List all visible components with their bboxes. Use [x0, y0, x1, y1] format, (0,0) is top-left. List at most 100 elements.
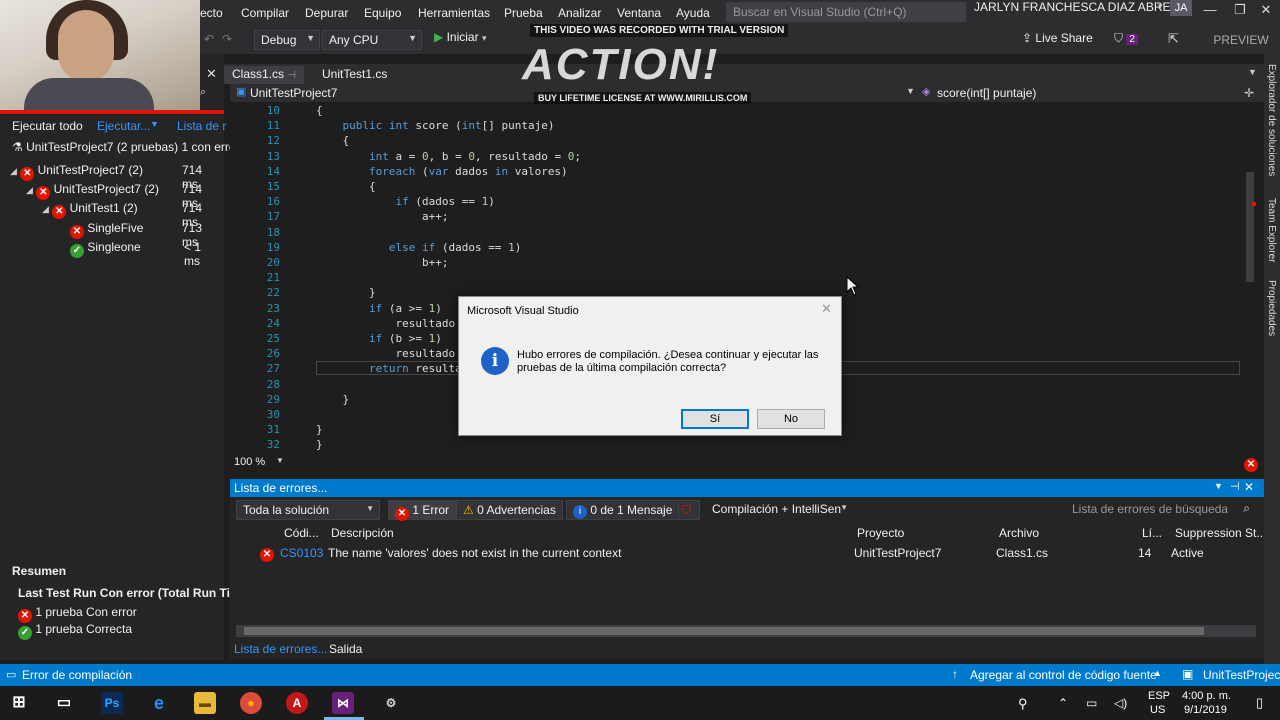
- chevron-down-icon[interactable]: ▼: [906, 86, 915, 96]
- column-line[interactable]: Lí...: [1142, 526, 1162, 540]
- menu-herramientas[interactable]: Herramientas: [418, 6, 490, 20]
- menu-equipo[interactable]: Equipo: [364, 6, 401, 20]
- error-code-link[interactable]: CS0103: [280, 546, 323, 560]
- no-button[interactable]: No: [757, 409, 825, 429]
- code-line[interactable]: a++;: [316, 210, 449, 223]
- user-name[interactable]: JARLYN FRANCHESCA DIAZ ABREU: [974, 0, 1179, 14]
- column-file[interactable]: Archivo: [999, 526, 1039, 540]
- run-all-link[interactable]: Ejecutar todo: [12, 119, 83, 133]
- chevron-down-icon[interactable]: ▼: [150, 119, 159, 129]
- summary-passed[interactable]: ✓ 1 prueba Correcta: [18, 622, 132, 640]
- menu-compilar[interactable]: Compilar: [241, 6, 289, 20]
- test-tree-root[interactable]: ⚗ UnitTestProject7 (2 pruebas) 1 con err…: [12, 140, 240, 158]
- quick-launch-search[interactable]: Buscar en Visual Studio (Ctrl+Q): [726, 2, 966, 22]
- side-tab-team-explorer[interactable]: Team Explorer: [1266, 198, 1277, 262]
- nav-member[interactable]: score(int[] puntaje): [937, 86, 1036, 100]
- code-line[interactable]: if (a >= 1): [316, 302, 442, 315]
- close-window-icon[interactable]: ✕: [1254, 2, 1278, 22]
- column-code[interactable]: Códi...: [284, 526, 319, 540]
- test-tree-node[interactable]: ◢ ✕ UnitTestProject7 (2) 714 ms: [10, 163, 220, 191]
- live-share-button[interactable]: ⇪ Live Share: [1022, 31, 1093, 45]
- platform-dropdown[interactable]: Any CPU ▼: [322, 30, 422, 50]
- start-button[interactable]: ▶ Iniciar ▾: [434, 30, 486, 44]
- summary-failed[interactable]: ✕ 1 prueba Con error: [18, 605, 137, 623]
- close-panel-icon[interactable]: ✕: [206, 66, 217, 82]
- code-line[interactable]: }: [316, 438, 323, 451]
- tab-output[interactable]: Salida: [329, 642, 362, 656]
- settings-app-icon[interactable]: ⚙: [380, 692, 402, 714]
- visual-studio-icon[interactable]: ⋈: [332, 692, 354, 714]
- chevron-up-icon[interactable]: ⌃: [1058, 696, 1068, 710]
- code-line[interactable]: {: [316, 134, 349, 147]
- status-project[interactable]: UnitTestProject7: [1203, 668, 1280, 682]
- edge-icon[interactable]: e: [148, 692, 170, 714]
- undo-icon[interactable]: ↶: [204, 32, 214, 46]
- test-tree-leaf[interactable]: ✕ SingleFive 713 ms: [70, 221, 220, 249]
- tab-overflow-icon[interactable]: ▼: [1248, 67, 1257, 77]
- photoshop-icon[interactable]: Ps: [101, 692, 123, 714]
- notification-center-icon[interactable]: ▯: [1256, 695, 1263, 711]
- pin-icon[interactable]: ⊣: [1230, 480, 1240, 493]
- menu-proyecto[interactable]: ecto: [200, 6, 223, 20]
- column-suppression[interactable]: Suppression St...: [1175, 526, 1266, 540]
- chevron-down-icon[interactable]: ▼: [1214, 481, 1223, 491]
- editor-vertical-scrollbar[interactable]: [1242, 102, 1258, 452]
- column-description[interactable]: Descripción: [331, 526, 394, 540]
- tab-error-list[interactable]: Lista de errores...: [234, 642, 327, 656]
- search-icon[interactable]: ⌕: [200, 86, 206, 99]
- code-line[interactable]: foreach (var dados in valores): [316, 165, 568, 178]
- yes-button[interactable]: Sí: [681, 409, 749, 429]
- minimize-icon[interactable]: —: [1198, 2, 1222, 22]
- menu-ventana[interactable]: Ventana: [617, 6, 661, 20]
- clock-date[interactable]: 9/1/2019: [1184, 704, 1227, 716]
- task-view-icon[interactable]: ▭: [53, 692, 75, 714]
- chevron-down-icon[interactable]: ▼: [276, 456, 284, 465]
- nav-project[interactable]: UnitTestProject7: [250, 86, 337, 100]
- code-line[interactable]: }: [316, 393, 349, 406]
- file-explorer-icon[interactable]: ▬: [194, 692, 216, 714]
- configuration-dropdown[interactable]: Debug ▼: [254, 30, 320, 50]
- feedback-icon[interactable]: ⇱: [1168, 31, 1179, 47]
- error-search-input[interactable]: Lista de errores de búsqueda ⌕: [1066, 500, 1256, 520]
- test-tree-node[interactable]: ◢ ✕ UnitTest1 (2) 714 ms: [42, 201, 220, 229]
- notifications-button[interactable]: ⛉ 2: [1114, 31, 1138, 46]
- user-avatar[interactable]: JA: [1170, 0, 1192, 16]
- close-icon[interactable]: ✕: [1244, 480, 1254, 494]
- build-filter-dropdown[interactable]: Compilación + IntelliSen ▼: [706, 500, 852, 520]
- tab-class1[interactable]: Class1.cs ⊣: [224, 66, 305, 84]
- code-line[interactable]: }: [316, 423, 323, 436]
- code-line[interactable]: }: [316, 286, 376, 299]
- playlist-link[interactable]: Lista de r: [177, 119, 226, 133]
- messages-filter[interactable]: i 0 de 1 Mensaje: [566, 500, 680, 520]
- column-project[interactable]: Proyecto: [857, 526, 904, 540]
- close-icon[interactable]: ✕: [821, 301, 832, 317]
- code-line[interactable]: {: [316, 104, 323, 117]
- volume-icon[interactable]: ◁): [1114, 696, 1127, 710]
- filter-toggle[interactable]: ⛉: [678, 500, 700, 520]
- errors-filter[interactable]: ✕ 1 Error: [388, 500, 457, 521]
- code-line[interactable]: b++;: [316, 256, 449, 269]
- menu-ayuda[interactable]: Ayuda: [676, 6, 710, 20]
- code-line[interactable]: if (b >= 1): [316, 332, 442, 345]
- error-list-horizontal-scrollbar[interactable]: [236, 625, 1256, 637]
- people-icon[interactable]: ⚲: [1018, 696, 1028, 712]
- scope-dropdown[interactable]: Toda la solución ▼: [236, 500, 380, 520]
- restore-icon[interactable]: ❐: [1228, 2, 1252, 22]
- input-language[interactable]: ESP: [1148, 690, 1170, 702]
- input-region[interactable]: US: [1150, 704, 1165, 716]
- summary-last-run[interactable]: Last Test Run Con error (Total Run Time: [18, 586, 247, 600]
- menu-depurar[interactable]: Depurar: [305, 6, 348, 20]
- network-icon[interactable]: ▭: [1086, 696, 1097, 710]
- chrome-icon[interactable]: ●: [240, 692, 262, 714]
- redo-icon[interactable]: ↷: [222, 32, 232, 46]
- test-tree-leaf[interactable]: ✓ Singleone < 1 ms: [70, 240, 220, 268]
- code-line[interactable]: public int score (int[] puntaje): [316, 119, 555, 132]
- pin-icon[interactable]: ⊣: [287, 70, 296, 81]
- user-dropdown-icon[interactable]: ▾: [1158, 1, 1163, 12]
- split-icon[interactable]: ✛: [1244, 86, 1254, 100]
- source-control-button[interactable]: Agregar al control de código fuente: [970, 668, 1157, 682]
- code-line[interactable]: else if (dados == 1): [316, 241, 521, 254]
- code-line[interactable]: {: [316, 180, 376, 193]
- warnings-filter[interactable]: ⚠ 0 Advertencias: [456, 500, 563, 520]
- error-indicator-icon[interactable]: ✕: [1244, 454, 1258, 472]
